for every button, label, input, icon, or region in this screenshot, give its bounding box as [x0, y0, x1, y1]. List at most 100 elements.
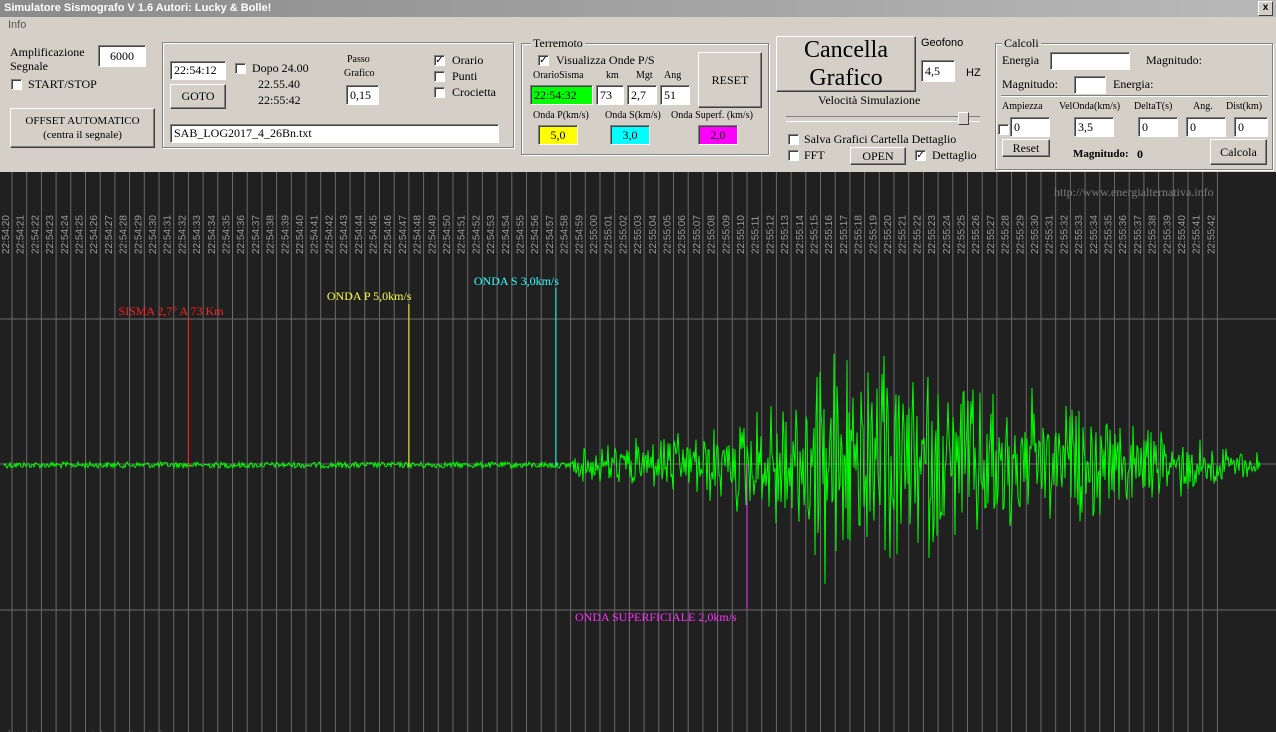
time-tick-label: 22:54:24: [60, 215, 71, 254]
goto-time-input[interactable]: 22:54:12: [170, 61, 226, 80]
time-tick-label: 22:54:33: [192, 215, 203, 254]
dist-header: Dist(km): [1226, 101, 1263, 112]
time-tick-label: 22:54:44: [354, 215, 365, 254]
time-tick-label: 22:55:40: [1177, 215, 1188, 254]
time-tick-label: 22:55:26: [971, 215, 982, 254]
start-stop-label: START/STOP: [28, 77, 97, 91]
terremoto-reset-button[interactable]: RESET: [698, 52, 762, 108]
visualizza-checkbox[interactable]: ✓: [538, 55, 549, 66]
km-input[interactable]: 73: [596, 85, 624, 105]
time-tick-label: 22:55:07: [692, 215, 703, 254]
ang-calc-header: Ang.: [1193, 101, 1213, 112]
energia-result-label: Energia:: [1113, 77, 1154, 91]
time-tick-label: 22:55:10: [736, 215, 747, 254]
goto-button[interactable]: GOTO: [170, 84, 226, 109]
orario-checkbox[interactable]: ✓: [434, 55, 445, 66]
time-tick-label: 22:54:29: [133, 215, 144, 254]
time-tick-label: 22:54:52: [471, 215, 482, 254]
time-tick-label: 22:54:58: [560, 215, 571, 254]
time-tick-label: 22:54:21: [16, 215, 27, 254]
time-tick-label: 22:54:43: [339, 215, 350, 254]
time-tick-label: 22:55:08: [707, 215, 718, 254]
ang-calc-input[interactable]: 0: [1186, 117, 1226, 137]
reset-label: RESET: [711, 72, 749, 87]
onda-s-header: Onda S(km/s): [605, 110, 661, 121]
hz-label: HZ: [966, 67, 981, 79]
open-button[interactable]: OPEN: [850, 147, 906, 165]
punti-checkbox[interactable]: [434, 71, 445, 82]
event-marker-label: SISMA 2,7° A 73 Km: [118, 304, 224, 318]
time-tick-label: 22:55:36: [1118, 215, 1129, 254]
onda-p-input[interactable]: 5,0: [538, 125, 578, 145]
time-tick-label: 22:54:28: [119, 215, 130, 254]
menu-bar: Info: [0, 17, 1276, 35]
seismograph-display[interactable]: 22:54:20 22:54:21 22:54:22 22:54:23 22:54:24…: [0, 172, 1276, 732]
velocita-slider-track[interactable]: [786, 116, 980, 122]
time-tick-label: 22:55:34: [1089, 215, 1100, 254]
punti-label: Punti: [452, 69, 478, 83]
ampiezza-input[interactable]: 0: [1010, 117, 1050, 137]
time-tick-label: 22:55:38: [1148, 215, 1159, 254]
time-tick-label: 22:55:33: [1074, 215, 1085, 254]
time-tick-label: 22:54:47: [398, 215, 409, 254]
start-stop-checkbox[interactable]: [11, 79, 22, 90]
magnitudo-result-value: 0: [1137, 147, 1143, 161]
time-tick-label: 22:55:28: [1001, 215, 1012, 254]
time-tick-label: 22:55:00: [589, 215, 600, 254]
passo-input[interactable]: 0,15: [346, 85, 379, 105]
goto-label: GOTO: [181, 89, 215, 103]
seismic-trace: [3, 353, 1261, 584]
time-tick-label: 22:55:24: [942, 215, 953, 254]
velonda-header: VelOnda(km/s): [1059, 101, 1121, 112]
menu-info[interactable]: Info: [8, 19, 26, 31]
deltat-input[interactable]: 0: [1138, 117, 1178, 137]
time-tick-label: 22:55:42: [1206, 215, 1217, 254]
time-tick-label: 22:54:53: [486, 215, 497, 254]
time-tick-label: 22:54:56: [530, 215, 541, 254]
time-tick-label: 22:55:03: [633, 215, 644, 254]
magnitudo-result-label: Magnitudo:: [1073, 148, 1129, 160]
time-tick-label: 22:55:14: [795, 215, 806, 254]
orariosisma-header: OrarioSisma: [533, 70, 584, 81]
time-tick-label: 22:54:40: [295, 215, 306, 254]
calcola-button[interactable]: Calcola: [1210, 139, 1267, 165]
mgt-input[interactable]: 2,7: [627, 85, 657, 105]
onda-s-input[interactable]: 3,0: [610, 125, 650, 145]
geofono-input[interactable]: 4,5: [921, 60, 955, 82]
offset-label: OFFSET AUTOMATICO: [25, 115, 140, 127]
ang-input[interactable]: 51: [660, 85, 690, 105]
cancella-grafico-button[interactable]: Cancella Grafico: [776, 36, 916, 92]
orariosisma-input[interactable]: 22:54:32: [530, 85, 593, 105]
velocita-label: Velocità Simulazione: [818, 93, 921, 107]
time-tick-label: 22:54:48: [413, 215, 424, 254]
time-tick-label: 22:55:31: [1045, 215, 1056, 254]
time-display-1: 22.55.40: [258, 77, 300, 91]
close-button[interactable]: x: [1258, 1, 1273, 16]
salva-label: Salva Grafici Cartella Dettaglio: [804, 132, 957, 146]
time-tick-label: 22:55:39: [1162, 215, 1173, 254]
time-tick-label: 22:55:15: [810, 215, 821, 254]
dist-input[interactable]: 0: [1234, 117, 1268, 137]
velocita-slider-thumb[interactable]: [958, 112, 970, 125]
time-tick-label: 22:55:21: [898, 215, 909, 254]
ang-header: Ang: [664, 70, 682, 81]
magnitudo-input[interactable]: [1074, 76, 1106, 94]
ampiezza-checkbox[interactable]: [998, 124, 1009, 135]
visualizza-label: Visualizza Onde P/S: [556, 53, 655, 67]
time-tick-label: 22:55:27: [986, 215, 997, 254]
dettaglio-checkbox[interactable]: ✓: [915, 150, 926, 161]
dopo-checkbox[interactable]: [235, 63, 246, 74]
event-marker-label: ONDA SUPERFICIALE 2,0km/s: [575, 610, 737, 624]
event-marker-label: ONDA P 5,0km/s: [327, 289, 412, 303]
velonda-input[interactable]: 3,5: [1074, 117, 1114, 137]
filename-input[interactable]: SAB_LOG2017_4_26Bn.txt: [170, 124, 499, 143]
crocietta-checkbox[interactable]: [434, 87, 445, 98]
calcoli-reset-button[interactable]: Reset: [1002, 139, 1050, 157]
fft-checkbox[interactable]: [788, 150, 799, 161]
amplification-input[interactable]: 6000: [98, 45, 146, 67]
energia-input[interactable]: [1050, 52, 1130, 70]
onda-superf-input[interactable]: 2,0: [698, 125, 738, 145]
time-tick-label: 22:54:39: [280, 215, 291, 254]
offset-automatico-button[interactable]: OFFSET AUTOMATICO (centra il segnale): [10, 108, 155, 148]
salva-checkbox[interactable]: [788, 134, 799, 145]
